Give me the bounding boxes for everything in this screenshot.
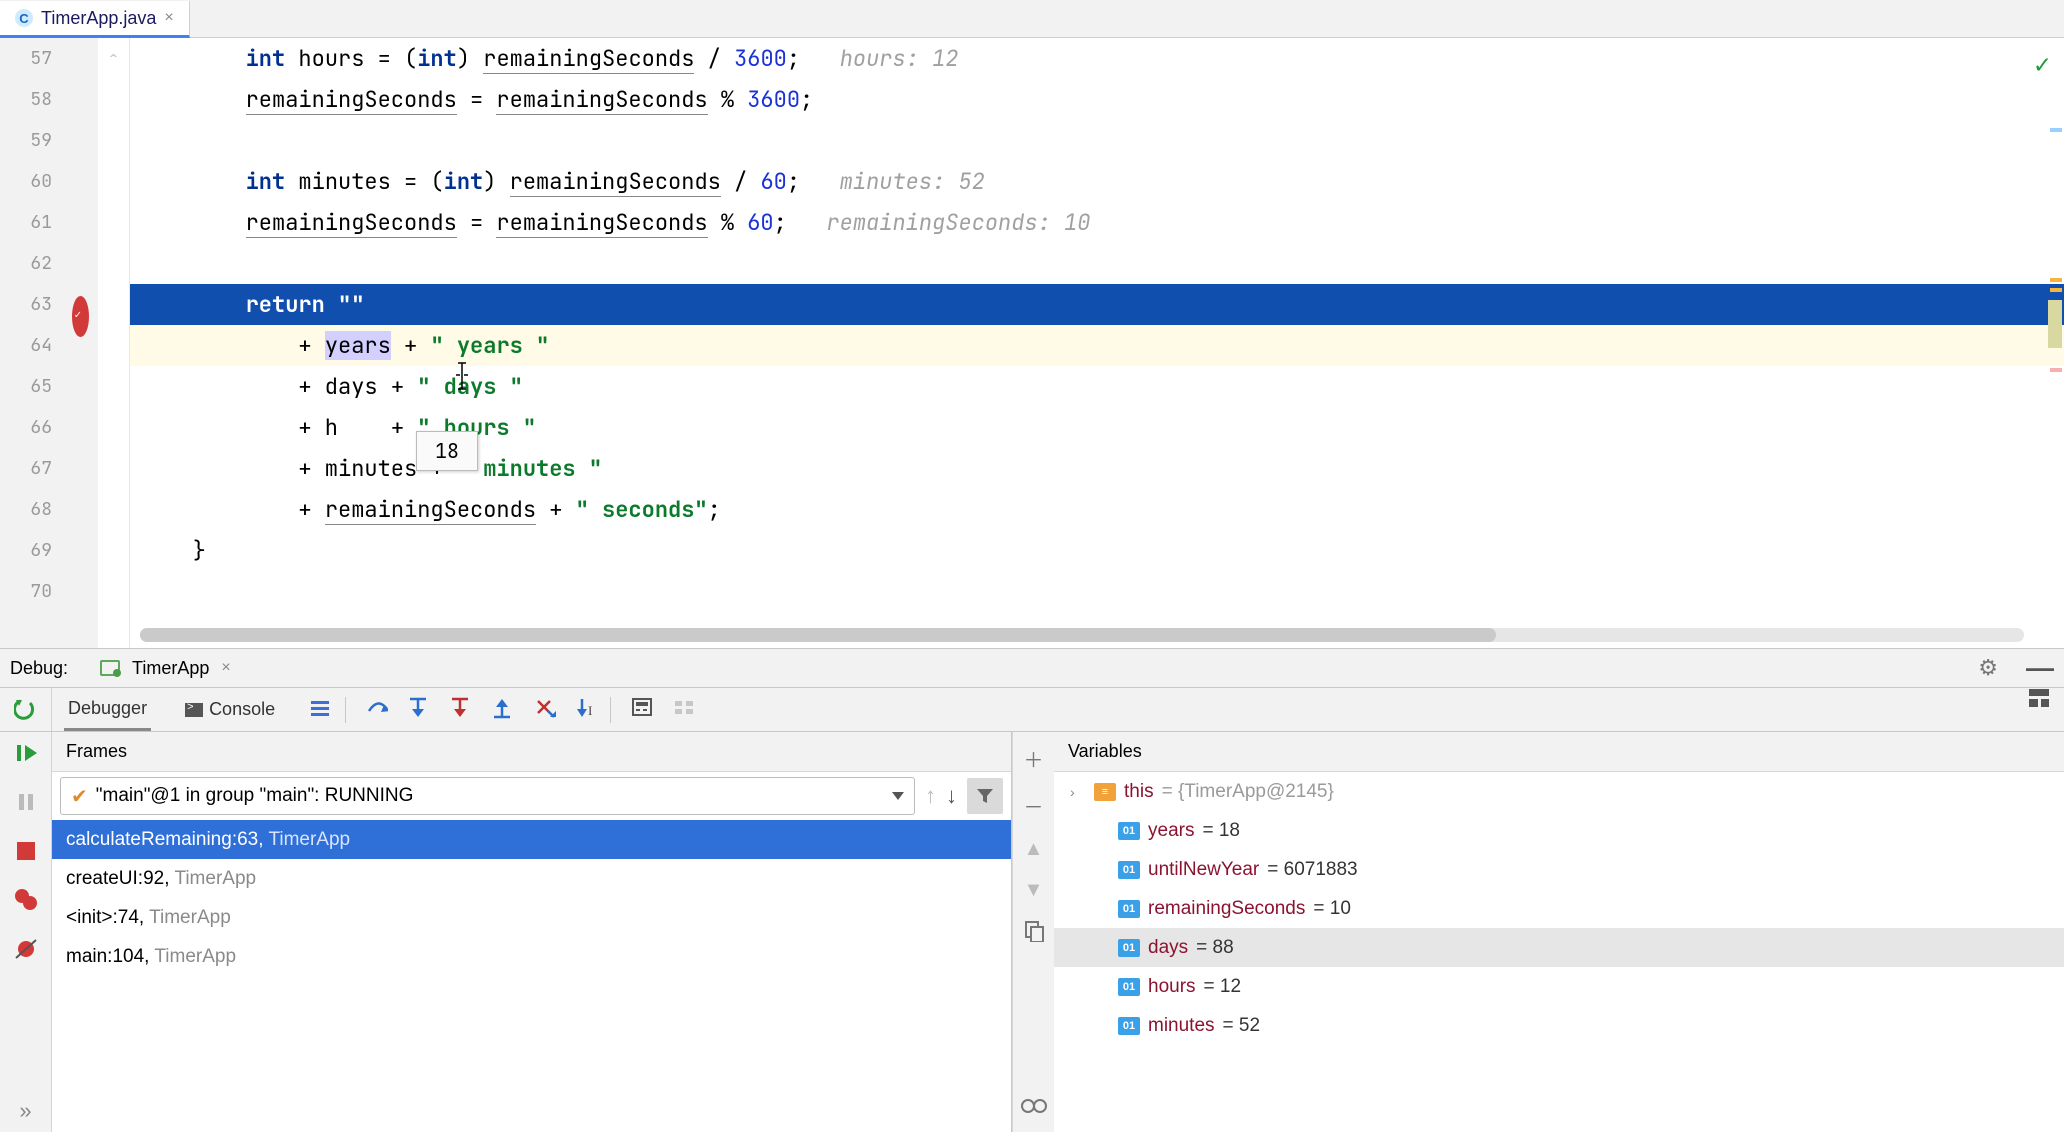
show-watches-icon[interactable] (1020, 1097, 1048, 1120)
drop-frame-icon[interactable] (534, 697, 556, 722)
variable-row[interactable]: 01hours = 12 (1054, 967, 2064, 1006)
debug-side-toolbar: » (0, 732, 52, 1132)
variable-row[interactable]: 01days = 88 (1054, 928, 2064, 967)
variable-row[interactable]: 01minutes = 52 (1054, 1006, 2064, 1045)
code-line[interactable]: + years + " years " (130, 325, 2064, 366)
code-line[interactable]: remainingSeconds = remainingSeconds % 60… (130, 202, 2064, 243)
frames-header: Frames (52, 732, 1011, 772)
debug-panels: » Frames ✔ "main"@1 in group "main": RUN… (0, 732, 2064, 1132)
line-number-gutter: 5758596061626364656667686970 (0, 38, 62, 648)
tab-debugger[interactable]: Debugger (64, 689, 151, 731)
stack-frame[interactable]: createUI:92, TimerApp (52, 859, 1011, 898)
editor-tab[interactable]: C TimerApp.java × (0, 1, 190, 38)
stack-frame[interactable]: <init>:74, TimerApp (52, 898, 1011, 937)
add-watch-icon[interactable]: ＋ (1024, 744, 1044, 773)
primitive-icon: 01 (1118, 900, 1140, 918)
force-step-into-icon[interactable] (450, 697, 472, 722)
resume-program-icon[interactable] (15, 742, 37, 770)
editor-horizontal-scrollbar[interactable] (140, 628, 2024, 642)
thread-selector[interactable]: ✔ "main"@1 in group "main": RUNNING (60, 777, 915, 815)
editor-tabbar: C TimerApp.java × (0, 0, 2064, 38)
error-stripe[interactable] (2046, 38, 2064, 648)
step-over-icon[interactable] (366, 697, 388, 722)
dropdown-icon (892, 792, 904, 800)
code-line[interactable] (130, 120, 2064, 161)
value-tooltip: 18 (416, 431, 478, 471)
run-to-cursor-icon[interactable]: I (576, 697, 598, 722)
primitive-icon: 01 (1118, 1017, 1140, 1035)
code-line[interactable]: remainingSeconds = remainingSeconds % 36… (130, 79, 2064, 120)
thread-name: "main"@1 in group "main": RUNNING (96, 785, 892, 807)
remove-watch-icon[interactable]: － (1024, 791, 1044, 820)
code-line[interactable] (130, 571, 2064, 612)
tab-filename: TimerApp.java (41, 8, 156, 29)
frames-panel: Frames ✔ "main"@1 in group "main": RUNNI… (52, 732, 1012, 1132)
code-line[interactable]: } (130, 530, 2064, 571)
stack-frame[interactable]: calculateRemaining:63, TimerApp (52, 820, 1011, 859)
debug-label: Debug: (10, 658, 68, 679)
copy-icon[interactable] (1024, 920, 1044, 948)
filter-frames-icon[interactable] (967, 778, 1003, 814)
up-icon[interactable]: ▲ (1024, 838, 1044, 861)
step-into-icon[interactable] (408, 697, 430, 722)
variable-row[interactable]: 01years = 18 (1054, 811, 2064, 850)
variable-row[interactable]: 01untilNewYear = 6071883 (1054, 850, 2064, 889)
next-frame-icon[interactable]: ↓ (946, 783, 957, 809)
frame-list[interactable]: calculateRemaining:63, TimerAppcreateUI:… (52, 820, 1011, 1132)
variable-list[interactable]: ›≡this = {TimerApp@2145}01years = 1801un… (1054, 772, 2064, 1132)
mute-breakpoints-icon[interactable] (14, 938, 38, 966)
code-line[interactable]: + days + " days " (130, 366, 2064, 407)
variable-row[interactable]: 01remainingSeconds = 10 (1054, 889, 2064, 928)
fold-gutter: ⌃ (98, 38, 130, 648)
debug-config-name[interactable]: TimerApp (132, 658, 209, 679)
object-icon: ≡ (1094, 783, 1116, 801)
stack-frame[interactable]: main:104, TimerApp (52, 937, 1011, 976)
down-icon[interactable]: ▼ (1024, 879, 1044, 902)
tab-console[interactable]: Console (181, 690, 279, 729)
svg-text:I: I (588, 703, 592, 718)
code-line[interactable]: int minutes = (int) remainingSeconds / 6… (130, 161, 2064, 202)
view-breakpoints-icon[interactable] (14, 888, 38, 916)
code-editor[interactable]: 5758596061626364656667686970 ⌃ ✓ int hou… (0, 38, 2064, 648)
prev-frame-icon[interactable]: ↑ (925, 783, 936, 809)
text-cursor-icon (452, 361, 472, 391)
settings-gear-icon[interactable]: ⚙ (1978, 655, 1998, 681)
console-icon (185, 703, 203, 717)
threads-icon[interactable] (309, 698, 333, 721)
run-config-icon (100, 660, 120, 676)
thread-status-icon: ✔ (71, 784, 88, 809)
primitive-icon: 01 (1118, 978, 1140, 996)
variable-row[interactable]: ›≡this = {TimerApp@2145} (1054, 772, 2064, 811)
primitive-icon: 01 (1118, 861, 1140, 879)
code-line[interactable] (130, 243, 2064, 284)
class-icon: C (15, 9, 33, 27)
minimize-toolwindow-icon[interactable]: — (2026, 663, 2054, 673)
primitive-icon: 01 (1118, 822, 1140, 840)
more-actions-icon[interactable]: » (19, 1098, 31, 1124)
trace-current-stream-icon[interactable] (673, 697, 695, 722)
step-out-icon[interactable] (492, 697, 514, 722)
code-line[interactable]: return "" (130, 284, 2064, 325)
variables-header: Variables (1054, 732, 2064, 772)
code-area[interactable]: ✓ int hours = (int) remainingSeconds / 3… (130, 38, 2064, 648)
stop-program-icon[interactable] (17, 840, 35, 866)
evaluate-expression-icon[interactable] (631, 697, 653, 722)
code-line[interactable]: int hours = (int) remainingSeconds / 360… (130, 38, 2064, 79)
pause-program-icon[interactable] (16, 792, 36, 818)
rerun-button[interactable] (0, 688, 52, 731)
code-line[interactable]: + remainingSeconds + " seconds"; (130, 489, 2064, 530)
breakpoint-gutter[interactable] (62, 38, 98, 648)
primitive-icon: 01 (1118, 939, 1140, 957)
debug-toolwindow-header: Debug: TimerApp × ⚙ — (0, 648, 2064, 688)
variables-panel: Variables ›≡this = {TimerApp@2145}01year… (1054, 732, 2064, 1132)
close-tab-icon[interactable]: × (164, 9, 173, 27)
debug-toolbar: Debugger Console I (0, 688, 2064, 732)
close-session-icon[interactable]: × (221, 659, 230, 677)
layout-settings-icon[interactable] (2028, 688, 2050, 731)
frames-side-toolbar: ＋ － ▲ ▼ (1012, 732, 1054, 1132)
